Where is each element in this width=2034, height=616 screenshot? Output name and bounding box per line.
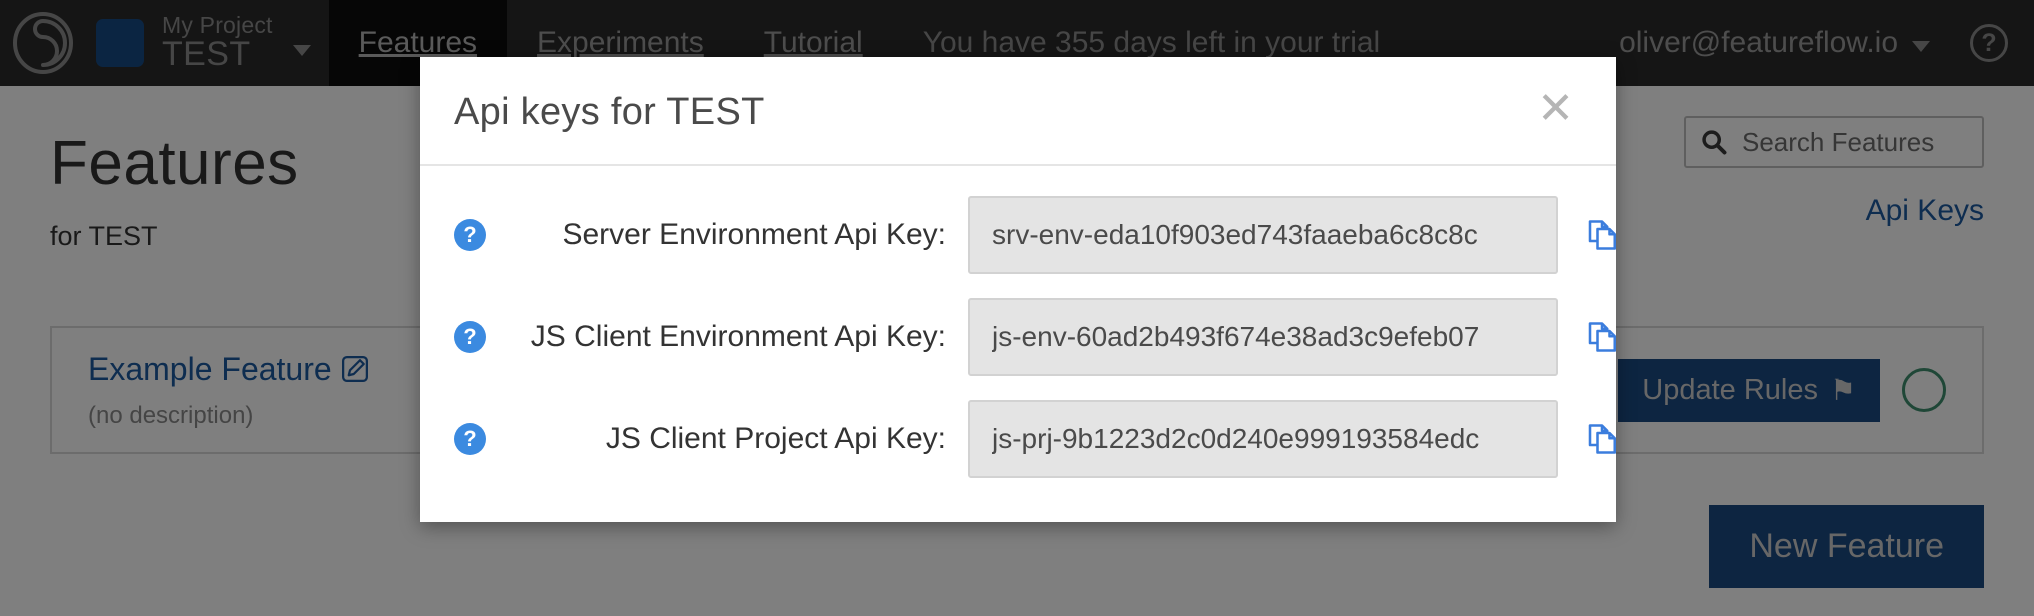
help-icon[interactable]: ?: [454, 321, 486, 353]
help-icon[interactable]: ?: [454, 423, 486, 455]
api-key-label: Server Environment Api Key:: [562, 218, 946, 251]
api-key-row: ? JS Client Environment Api Key:: [454, 298, 1617, 376]
api-key-row: ? Server Environment Api Key:: [454, 196, 1617, 274]
modal-header: Api keys for TEST ✕: [420, 57, 1616, 166]
app-root: My Project TEST Features Experiments Tut…: [0, 0, 2034, 616]
copy-icon[interactable]: [1578, 415, 1626, 463]
modal-body: ? Server Environment Api Key: ? JS Clien…: [420, 166, 1617, 522]
api-key-label: JS Client Project Api Key:: [605, 422, 946, 455]
api-keys-modal: Api keys for TEST ✕ ? Server Environment…: [420, 57, 1617, 522]
api-key-row: ? JS Client Project Api Key:: [454, 400, 1617, 478]
js-client-env-api-key-input[interactable]: [968, 298, 1558, 376]
api-key-label: JS Client Environment Api Key:: [530, 320, 946, 353]
modal-title: Api keys for TEST: [454, 91, 765, 133]
copy-icon[interactable]: [1578, 313, 1626, 361]
js-client-project-api-key-input[interactable]: [968, 400, 1558, 478]
server-env-api-key-input[interactable]: [968, 196, 1558, 274]
close-icon[interactable]: ✕: [1525, 79, 1586, 139]
help-icon[interactable]: ?: [454, 219, 486, 251]
copy-icon[interactable]: [1578, 211, 1626, 259]
